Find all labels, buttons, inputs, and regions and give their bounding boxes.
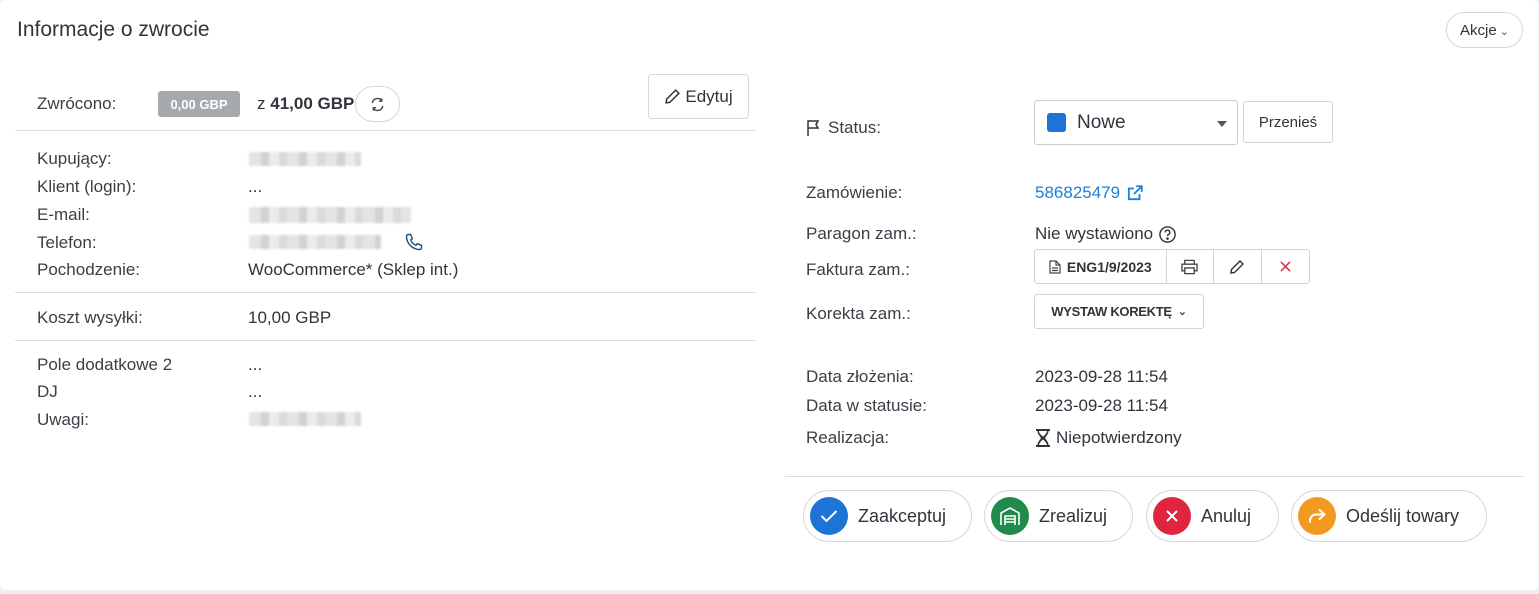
- realize-label: Zrealizuj: [1039, 505, 1108, 526]
- realize-button[interactable]: Zrealizuj: [984, 490, 1133, 542]
- help-icon[interactable]: [1158, 225, 1177, 244]
- email-label: E-mail:: [37, 205, 90, 224]
- extra-field-2-label: Pole dodatkowe 2: [37, 355, 173, 374]
- receipt-label: Paragon zam.:: [806, 224, 917, 243]
- status-date-label: Data w statusie:: [806, 396, 927, 415]
- divider: [15, 292, 756, 293]
- dj-value: ...: [248, 382, 263, 401]
- status-date-value: 2023-09-28 11:54: [1035, 396, 1168, 415]
- notes-value-redacted: [249, 412, 361, 426]
- fulfillment-status: Niepotwierdzony: [1034, 428, 1182, 448]
- client-login-value: ...: [248, 177, 263, 196]
- external-link-icon: [1128, 185, 1143, 201]
- close-icon: [1153, 497, 1191, 535]
- actions-dropdown-button[interactable]: Akcje ⌄: [1446, 12, 1523, 48]
- fulfillment-label: Realizacja:: [806, 428, 890, 447]
- flag-icon: [807, 120, 820, 136]
- delete-invoice-button[interactable]: [1262, 250, 1309, 283]
- actions-label: Akcje: [1460, 21, 1497, 39]
- created-date-label: Data złożenia:: [806, 367, 914, 386]
- refunded-label: Zwrócono:: [37, 94, 117, 113]
- cancel-button[interactable]: Anuluj: [1146, 490, 1279, 542]
- invoice-label: Faktura zam.:: [806, 260, 910, 279]
- edit-label: Edytuj: [685, 86, 733, 106]
- refund-total-value: 41,00 GBP: [270, 94, 355, 113]
- send-back-button[interactable]: Odeślij towary: [1291, 490, 1487, 542]
- status-color-swatch: [1047, 113, 1066, 132]
- receipt-value: Nie wystawiono: [1035, 224, 1154, 243]
- status-label-row: Status:: [806, 118, 881, 138]
- notes-label: Uwagi:: [37, 410, 89, 429]
- divider: [15, 130, 756, 131]
- status-select[interactable]: Nowe: [1034, 100, 1238, 145]
- share-arrow-icon: [1298, 497, 1336, 535]
- caret-down-icon: [1217, 121, 1227, 127]
- accept-label: Zaakceptuj: [858, 505, 947, 526]
- origin-label: Pochodzenie:: [37, 260, 141, 279]
- send-back-label: Odeślij towary: [1346, 505, 1460, 526]
- order-link[interactable]: 586825479: [1035, 183, 1144, 203]
- shipping-cost-value: 10,00 GBP: [248, 308, 332, 327]
- phone-label: Telefon:: [37, 233, 97, 252]
- refund-of-prefix: z: [257, 94, 266, 113]
- accept-button[interactable]: Zaakceptuj: [803, 490, 972, 542]
- refund-total: z 41,00 GBP: [257, 94, 354, 114]
- order-label: Zamówienie:: [806, 183, 903, 202]
- issue-correction-dropdown[interactable]: WYSTAW KOREKTĘ ⌄: [1034, 294, 1204, 329]
- email-value-redacted: [249, 207, 411, 223]
- refunded-amount-badge: 0,00 GBP: [158, 91, 240, 117]
- shipping-cost-label: Koszt wysyłki:: [37, 308, 143, 327]
- refresh-button[interactable]: [355, 86, 400, 122]
- dj-label: DJ: [37, 382, 58, 401]
- divider: [785, 476, 1524, 477]
- printer-icon: [1181, 259, 1199, 274]
- print-invoice-button[interactable]: [1167, 250, 1215, 283]
- created-date-value: 2023-09-28 11:54: [1035, 367, 1168, 386]
- edit-invoice-button[interactable]: [1214, 250, 1262, 283]
- phone-icon[interactable]: [404, 232, 424, 257]
- client-login-label: Klient (login):: [37, 177, 137, 196]
- invoice-button-group: ENG1/9/2023: [1034, 249, 1310, 284]
- warehouse-icon: [991, 497, 1029, 535]
- order-number: 586825479: [1035, 183, 1121, 202]
- pencil-icon: [1230, 259, 1245, 274]
- receipt-status: Nie wystawiono: [1035, 224, 1177, 244]
- refresh-icon: [371, 97, 384, 111]
- issue-correction-label: WYSTAW KOREKTĘ: [1051, 304, 1172, 319]
- fulfillment-value: Niepotwierdzony: [1056, 428, 1182, 447]
- close-icon: [1280, 261, 1291, 272]
- buyer-value-redacted: [249, 152, 361, 166]
- move-button[interactable]: Przenieś: [1243, 101, 1333, 143]
- pencil-icon: [665, 89, 681, 104]
- phone-value-redacted: [249, 235, 381, 249]
- extra-field-2-value: ...: [248, 355, 263, 374]
- correction-label: Korekta zam.:: [806, 304, 911, 323]
- status-label: Status:: [828, 118, 881, 137]
- edit-button[interactable]: Edytuj: [648, 74, 749, 119]
- chevron-down-icon: ⌄: [1499, 25, 1509, 38]
- invoice-document-button[interactable]: ENG1/9/2023: [1035, 250, 1167, 283]
- status-selected-value: Nowe: [1077, 111, 1126, 133]
- cancel-label: Anuluj: [1201, 505, 1252, 526]
- document-icon: [1049, 259, 1061, 274]
- return-info-panel: Informacje o zwrocie Akcje ⌄ Zwrócono: 0…: [0, 0, 1539, 590]
- page-title: Informacje o zwrocie: [17, 18, 210, 41]
- chevron-down-icon: ⌄: [1177, 306, 1187, 318]
- buyer-label: Kupujący:: [37, 149, 112, 168]
- hourglass-icon: [1036, 429, 1050, 447]
- invoice-number: ENG1/9/2023: [1066, 258, 1152, 275]
- check-icon: [810, 497, 848, 535]
- origin-value: WooCommerce* (Sklep int.): [248, 260, 459, 279]
- divider: [15, 340, 756, 341]
